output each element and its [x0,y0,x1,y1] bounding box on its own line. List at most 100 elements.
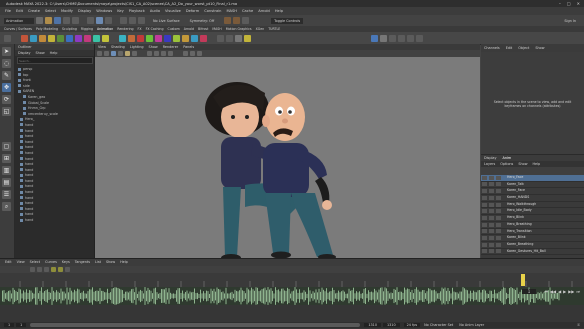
layer-toggle-icon[interactable] [496,182,501,187]
fps-dropdown[interactable]: 24 fps [403,323,421,327]
anim-layer-row[interactable]: Karen_HANDS [481,195,584,202]
playblast-icon[interactable] [75,34,82,42]
time-editor-icon[interactable] [226,34,233,42]
layer-toggle-icon[interactable] [496,242,501,247]
shelf-tab-curves[interactable]: Curves / Surfaces [4,27,32,31]
isolate-icon[interactable] [147,51,152,56]
viewport-panel[interactable]: View Shading Lighting Show Renderer Pane… [95,44,480,258]
smooth-shade-icon[interactable] [111,51,116,56]
keyframe-icon[interactable] [21,34,28,42]
layer-toggle-icon[interactable] [489,182,494,187]
menu-display[interactable]: Display [78,9,91,13]
dope-sheet-icon[interactable] [57,34,64,42]
anim-layer-row[interactable]: Hero_Transition [481,229,584,236]
tl-menu-view[interactable]: View [17,259,25,266]
undo-icon[interactable] [63,17,70,24]
tl-menu-show[interactable]: Show [106,259,115,266]
audio-waveform[interactable] [0,287,584,305]
menu-deform[interactable]: Deform [186,9,199,13]
viewport-menu-lighting[interactable]: Lighting [130,44,144,50]
layer-toggle-icon[interactable] [482,222,487,227]
layer-toggle-icon[interactable] [489,249,494,254]
layer-toggle-icon[interactable] [489,215,494,220]
anim-layer-row[interactable]: Karen_Breathing [481,242,584,249]
go-to-start-icon[interactable]: ⏮ [544,289,548,294]
channel-tab-channels[interactable]: Channels [484,44,500,52]
select-tool-icon[interactable]: ➤ [2,47,11,56]
set-key-icon[interactable] [39,34,46,42]
menu-create[interactable]: Create [28,9,40,13]
gamma-icon[interactable] [190,51,195,56]
camera-icon[interactable] [235,34,242,42]
layer-toggle-icon[interactable] [482,175,487,180]
viewport-menu-shading[interactable]: Shading [111,44,125,50]
time-slider[interactable] [0,273,584,287]
mode-selector[interactable]: Animation [4,17,34,24]
shelf-tab-arnold[interactable]: Arnold [184,27,194,31]
layer-toggle-icon[interactable] [482,189,487,194]
four-view-icon[interactable]: ⊞ [2,154,11,163]
menu-file[interactable]: File [5,9,11,13]
layer-toggle-icon[interactable] [496,202,501,207]
shelf-tab-custom[interactable]: Custom [167,27,179,31]
layer-toggle-icon[interactable] [482,215,487,220]
menu-cache[interactable]: Cache [242,9,253,13]
menu-help[interactable]: Help [275,9,283,13]
layer-menu-show[interactable]: Show [518,161,527,167]
render-view-icon[interactable] [380,34,387,42]
graph-editor-icon[interactable] [48,34,55,42]
select-by-component-icon[interactable] [105,17,112,24]
shelf-tab-xgen[interactable]: XGen [256,27,265,31]
menu-arnold[interactable]: Arnold [258,9,270,13]
constraint-aim-icon[interactable] [128,34,135,42]
menu-mash[interactable]: MASH [226,9,237,13]
snap-point-icon[interactable] [138,17,145,24]
no-live-surface-label[interactable]: No Live Surface [153,19,180,23]
layer-menu-help[interactable]: Help [532,161,540,167]
outliner-menu-show[interactable]: Show [36,50,45,56]
shelf-tab-fx[interactable]: FX [138,27,142,31]
anim-layer-row[interactable]: Hero_Blink [481,215,584,222]
select-by-object-icon[interactable] [96,17,103,24]
ipr-render-icon[interactable] [233,17,241,24]
tl-tool-3-icon[interactable] [44,267,49,272]
step-back-icon[interactable]: ◀◀ [550,289,556,294]
lights-icon[interactable] [125,51,130,56]
start-frame-field-2[interactable]: 1 [16,323,27,327]
toggle-controls-label[interactable]: Toggle Controls [271,17,304,24]
layer-toggle-icon[interactable] [496,215,501,220]
anim-layer-row[interactable]: Hero_Breathing [481,222,584,229]
wireframe-icon[interactable] [104,51,109,56]
tl-menu-edit[interactable]: Edit [5,259,12,266]
character-set-icon[interactable] [217,34,224,42]
menu-select[interactable]: Select [45,9,56,13]
anim-layer-row[interactable]: Karen_Gestures_Hit_Ball [481,249,584,256]
select-by-hierarchy-icon[interactable] [87,17,94,24]
anim-layer-row[interactable]: Hero_Idle_Body [481,208,584,216]
menu-key[interactable]: Key [117,9,124,13]
end-frame-field-2[interactable]: 1310 [382,323,400,327]
tl-tool-6-icon[interactable] [65,267,70,272]
tl-menu-keys[interactable]: Keys [62,259,70,266]
tl-tool-2-icon[interactable] [37,267,42,272]
cluster-icon[interactable] [164,34,171,42]
xray-icon[interactable] [154,51,159,56]
breakdown-icon[interactable] [30,34,37,42]
layer-menu-layers[interactable]: Layers [484,161,495,167]
minimize-icon[interactable]: – [559,1,561,6]
constraint-orient-icon[interactable] [137,34,144,42]
camera-select-icon[interactable] [97,51,102,56]
snap-curve-icon[interactable] [129,17,136,24]
layer-toggle-icon[interactable] [496,222,501,227]
new-scene-icon[interactable] [36,17,43,24]
snap-grid-icon[interactable] [120,17,127,24]
end-frame-field[interactable]: 1310 [364,323,381,327]
light-icon[interactable] [244,34,251,42]
menu-constrain[interactable]: Constrain [204,9,221,13]
layer-toggle-icon[interactable] [496,249,501,254]
outliner-menu-help[interactable]: Help [50,50,58,56]
channel-tab-object[interactable]: Object [518,44,529,52]
shelf-tab-sculpting[interactable]: Sculpting [62,27,77,31]
layer-toggle-icon[interactable] [496,209,501,214]
channel-tab-show[interactable]: Show [535,44,544,52]
